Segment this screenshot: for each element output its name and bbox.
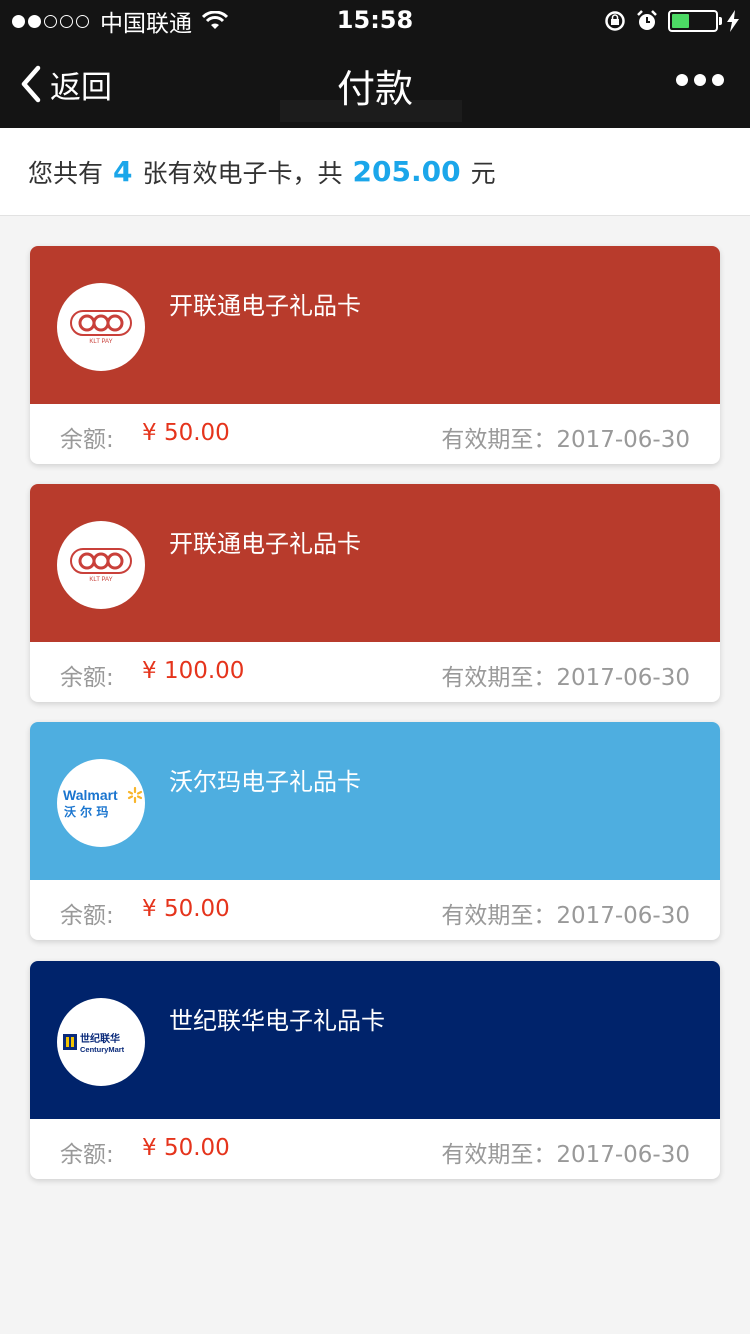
more-dot-icon <box>712 74 724 86</box>
card-name: 沃尔玛电子礼品卡 <box>169 768 361 796</box>
card-summary: 您共有 4 张有效电子卡，共 205.00 元 <box>0 128 750 216</box>
balance-label: 余额: <box>60 427 114 453</box>
more-dot-icon <box>676 74 688 86</box>
battery-fill <box>672 14 689 28</box>
expiry-date: 有效期至：2017-06-30 <box>441 1142 690 1168</box>
balance-value: ¥ 50.00 <box>142 420 230 446</box>
charging-icon <box>727 10 739 32</box>
expiry-date: 有效期至：2017-06-30 <box>441 665 690 691</box>
balance-value: ¥ 100.00 <box>142 658 245 684</box>
balance-value: ¥ 50.00 <box>142 1135 230 1161</box>
card-name: 开联通电子礼品卡 <box>169 292 361 320</box>
card-footer: 余额: ¥ 50.00 有效期至：2017-06-30 <box>30 880 720 940</box>
klt-pay-logo: KLT PAY <box>57 521 145 609</box>
card-header: Walmart 沃 尔 玛 沃尔玛电子礼品卡 <box>30 722 720 880</box>
total-amount: 205.00 <box>352 155 461 188</box>
card-name: 世纪联华电子礼品卡 <box>169 1007 385 1035</box>
battery-icon <box>668 10 722 32</box>
expiry-date: 有效期至：2017-06-30 <box>441 427 690 453</box>
logo-subtext: CenturyMart <box>80 1045 125 1054</box>
logo-subtext: 沃 尔 玛 <box>64 804 108 819</box>
klt-pay-logo: KLT PAY <box>57 283 145 371</box>
logo-text: 世纪联华 <box>80 1032 120 1045</box>
gift-card-klt-1[interactable]: KLT PAY 开联通电子礼品卡 余额: ¥ 50.00 有效期至：2017-0… <box>30 246 720 464</box>
card-footer: 余额: ¥ 100.00 有效期至：2017-06-30 <box>30 642 720 702</box>
card-footer: 余额: ¥ 50.00 有效期至：2017-06-30 <box>30 1119 720 1179</box>
gift-card-walmart[interactable]: Walmart 沃 尔 玛 沃尔玛电子礼品卡 余额: ¥ 50.00 有效期至：… <box>30 722 720 940</box>
centurymart-logo: 世纪联华 CenturyMart <box>57 998 145 1086</box>
rotation-lock-icon <box>605 11 625 31</box>
walmart-logo: Walmart 沃 尔 玛 <box>57 759 145 847</box>
logo-text: KLT PAY <box>89 577 112 583</box>
status-right <box>604 8 740 34</box>
gift-card-centurymart[interactable]: 世纪联华 CenturyMart 世纪联华电子礼品卡 余额: ¥ 50.00 有… <box>30 961 720 1179</box>
more-button[interactable] <box>670 74 724 86</box>
summary-mid: 张有效电子卡，共 <box>142 158 343 188</box>
alarm-icon <box>637 10 657 30</box>
summary-suffix: 元 <box>470 158 496 188</box>
balance-value: ¥ 50.00 <box>142 896 230 922</box>
summary-prefix: 您共有 <box>28 158 104 188</box>
status-bar: 中国联通 15:58 <box>0 0 750 40</box>
logo-text: KLT PAY <box>89 339 112 345</box>
card-header: KLT PAY 开联通电子礼品卡 <box>30 246 720 404</box>
logo-text: Walmart <box>63 787 118 803</box>
card-footer: 余额: ¥ 50.00 有效期至：2017-06-30 <box>30 404 720 464</box>
more-dot-icon <box>694 74 706 86</box>
balance-label: 余额: <box>60 1142 114 1168</box>
card-count: 4 <box>113 155 133 188</box>
balance-label: 余额: <box>60 665 114 691</box>
balance-label: 余额: <box>60 903 114 929</box>
card-header: KLT PAY 开联通电子礼品卡 <box>30 484 720 642</box>
card-header: 世纪联华 CenturyMart 世纪联华电子礼品卡 <box>30 961 720 1119</box>
expiry-date: 有效期至：2017-06-30 <box>441 903 690 929</box>
card-name: 开联通电子礼品卡 <box>169 530 361 558</box>
page-title: 付款 <box>336 67 413 111</box>
nav-bar: 返回 付款 <box>0 40 750 128</box>
gift-card-klt-2[interactable]: KLT PAY 开联通电子礼品卡 余额: ¥ 100.00 有效期至：2017-… <box>30 484 720 702</box>
